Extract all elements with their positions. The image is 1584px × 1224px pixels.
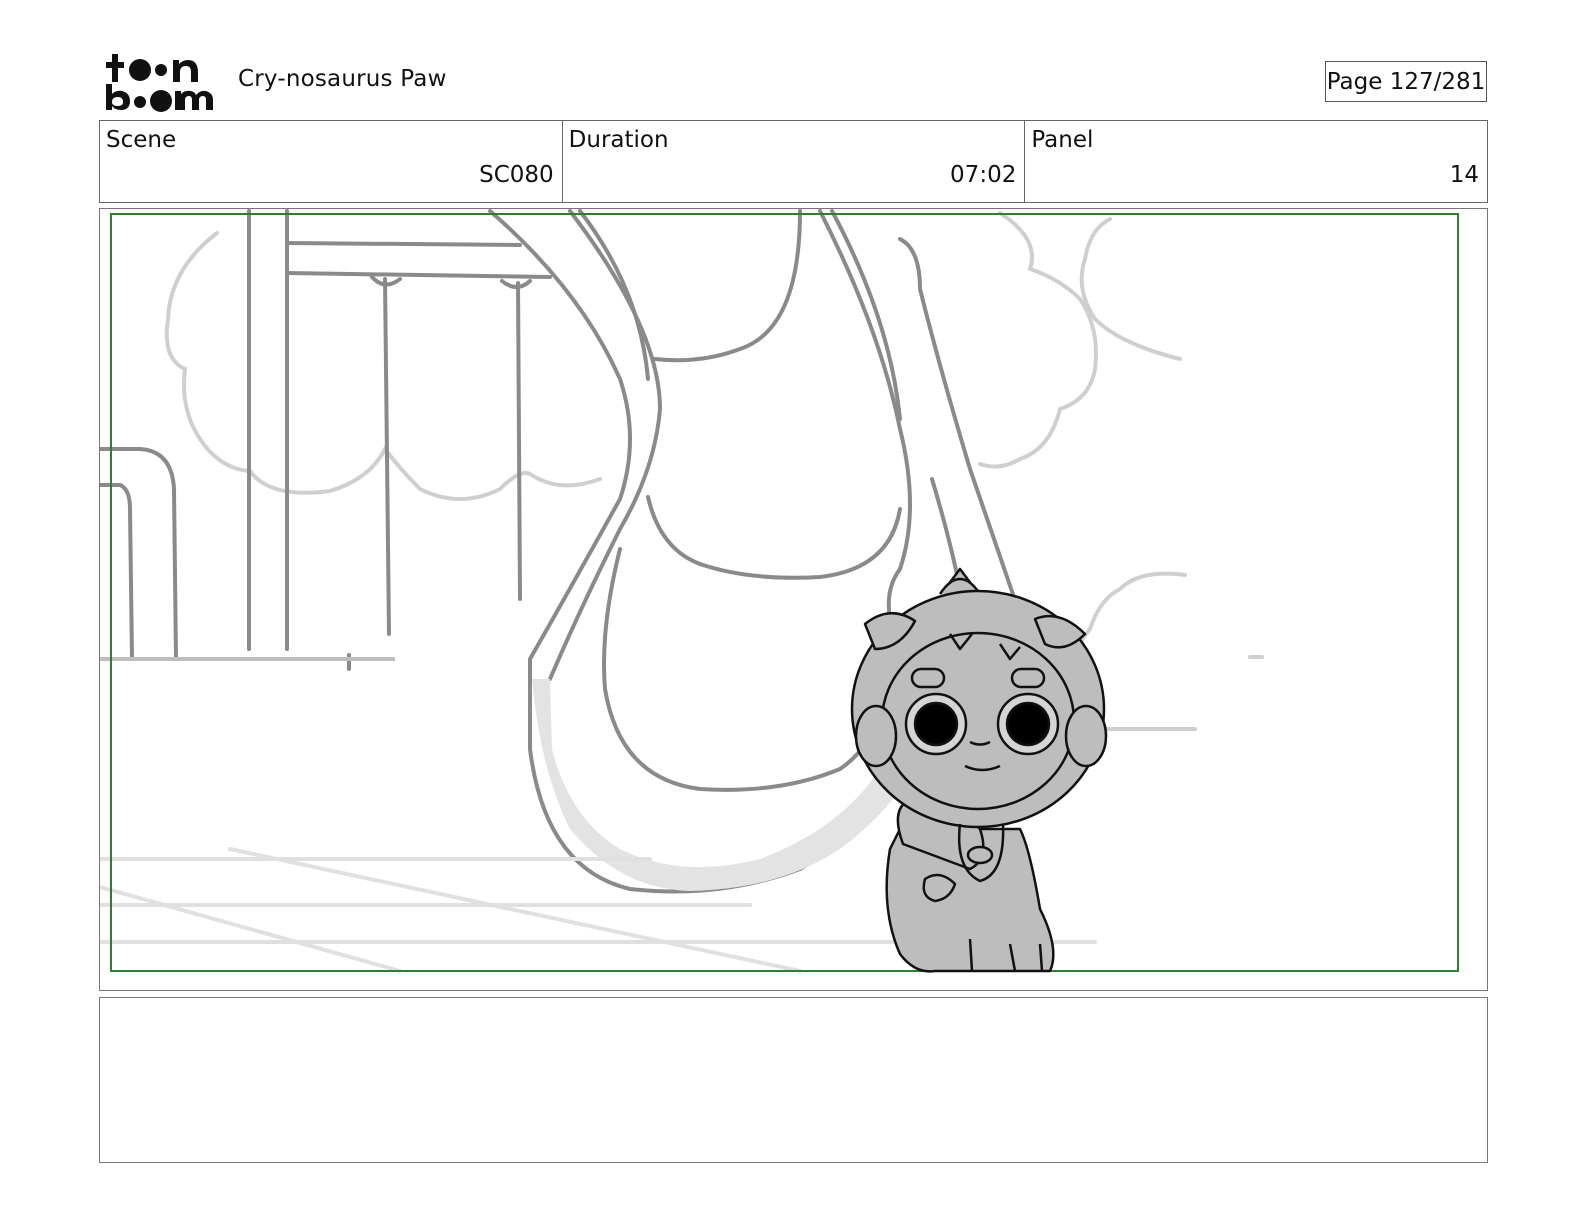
panel-notes-box[interactable]: [99, 997, 1488, 1163]
scene-label: Scene: [106, 127, 177, 153]
storyboard-panel: [99, 208, 1488, 991]
panel-label: Panel: [1031, 127, 1094, 153]
panel-sketch: [100, 209, 1459, 973]
panel-value: 14: [1449, 162, 1480, 188]
dino-kid-character: [850, 567, 1108, 973]
panel-info-table: Scene SC080 Duration 07:02 Panel 14: [99, 120, 1488, 203]
duration-label: Duration: [568, 127, 669, 153]
toonboom-logo: [103, 52, 215, 112]
page-indicator: Page 127/281: [1325, 61, 1487, 102]
scene-cell: Scene SC080: [100, 121, 563, 202]
duration-value: 07:02: [950, 162, 1017, 188]
swing-set: [100, 209, 552, 671]
scene-value: SC080: [479, 162, 554, 188]
duration-cell: Duration 07:02: [563, 121, 1026, 202]
panel-cell: Panel 14: [1025, 121, 1487, 202]
project-title: Cry-nosaurus Paw: [238, 66, 447, 92]
background-bushes: [164, 211, 1264, 731]
